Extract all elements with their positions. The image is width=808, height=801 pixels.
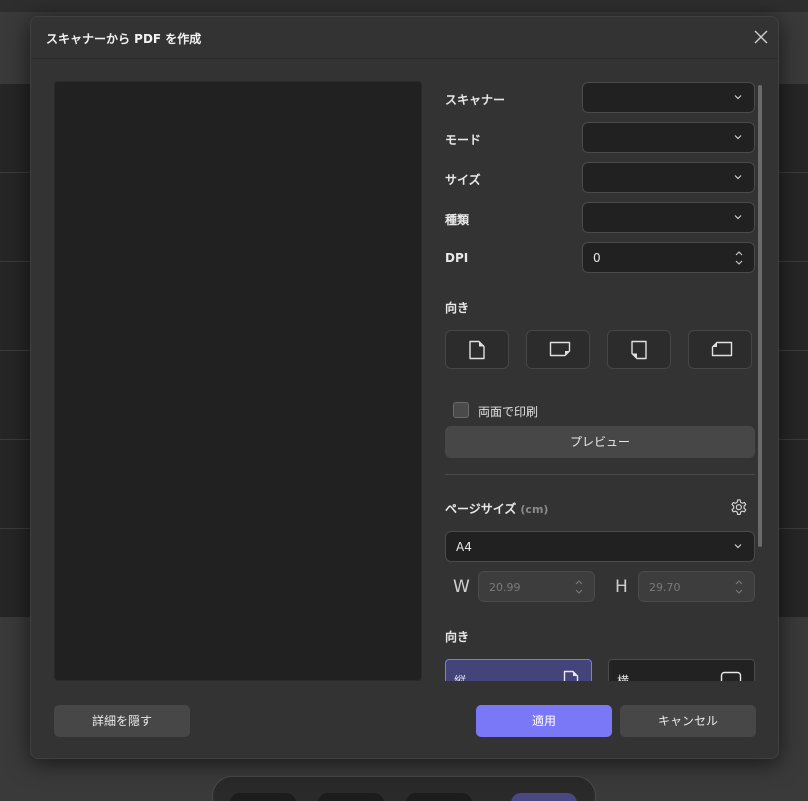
chevron-down-icon <box>734 544 742 549</box>
background-dock-button <box>406 793 472 801</box>
scan-to-pdf-dialog: スキャナーから PDF を作成 スキャナー モード サイズ 種類 DPI 0 向… <box>30 16 779 759</box>
stepper-icon[interactable] <box>734 577 744 597</box>
chevron-down-icon <box>734 175 742 180</box>
title-divider <box>31 58 778 59</box>
dpi-label: DPI <box>445 251 469 265</box>
portrait-label: 縦 <box>454 674 467 681</box>
mode-select[interactable] <box>582 122 755 153</box>
background-titlebar <box>0 0 808 12</box>
page-orientation-label: 向き <box>445 630 470 644</box>
gear-icon[interactable] <box>728 497 748 517</box>
landscape-label: 横 <box>617 674 630 681</box>
orientation-portrait-flipped-button[interactable] <box>607 330 671 369</box>
landscape-icon <box>549 341 571 357</box>
background-dock-button <box>511 793 577 801</box>
background-dock-button <box>318 793 384 801</box>
page-size-select[interactable]: A4 <box>445 531 755 562</box>
size-select[interactable] <box>582 162 755 193</box>
orientation-landscape-flipped-button[interactable] <box>688 330 752 369</box>
stepper-icon[interactable] <box>574 577 584 597</box>
close-icon[interactable] <box>751 27 771 47</box>
width-value: 20.99 <box>489 581 521 594</box>
height-value: 29.70 <box>649 581 681 594</box>
size-label: サイズ <box>445 173 481 187</box>
type-label: 種類 <box>445 213 470 227</box>
mode-label: モード <box>445 133 482 147</box>
settings-panel: スキャナー モード サイズ 種類 DPI 0 向き 両面で印刷 プレビュー ペー… <box>445 77 763 681</box>
dialog-title: スキャナーから PDF を作成 <box>46 32 202 46</box>
section-divider <box>445 474 755 475</box>
page-size-unit: (cm) <box>520 503 549 516</box>
orientation-landscape-button[interactable] <box>526 330 590 369</box>
apply-button[interactable]: 適用 <box>476 705 612 737</box>
background-dock-button <box>230 793 296 801</box>
orientation-portrait-button[interactable] <box>445 330 509 369</box>
chevron-down-icon <box>734 135 742 140</box>
orientation-label: 向き <box>445 301 470 315</box>
hide-details-button[interactable]: 詳細を隠す <box>54 705 190 737</box>
chevron-down-icon <box>734 215 742 220</box>
width-input[interactable]: 20.99 <box>478 571 595 602</box>
portrait-icon <box>563 670 579 681</box>
height-label: H <box>615 577 628 597</box>
scan-preview-area <box>54 81 422 681</box>
page-portrait-option[interactable]: 縦 <box>445 659 592 681</box>
page-size-title: ページサイズ <box>445 502 517 516</box>
landscape-icon <box>720 671 742 681</box>
page-landscape-option[interactable]: 横 <box>608 659 755 681</box>
dpi-value: 0 <box>593 251 601 265</box>
width-label: W <box>453 577 470 597</box>
duplex-checkbox[interactable] <box>453 402 469 418</box>
page-size-value: A4 <box>456 540 472 554</box>
duplex-label[interactable]: 両面で印刷 <box>478 403 538 420</box>
cancel-button[interactable]: キャンセル <box>620 705 756 737</box>
scanner-select[interactable] <box>582 82 755 113</box>
page-size-label: ページサイズ (cm) <box>445 500 548 517</box>
chevron-down-icon <box>734 95 742 100</box>
scanner-label: スキャナー <box>445 93 506 107</box>
type-select[interactable] <box>582 202 755 233</box>
height-input[interactable]: 29.70 <box>638 571 755 602</box>
stepper-icon[interactable] <box>734 248 744 268</box>
portrait-flipped-icon <box>631 340 647 360</box>
portrait-icon <box>469 340 485 360</box>
preview-button[interactable]: プレビュー <box>445 426 755 458</box>
dpi-input[interactable]: 0 <box>582 242 755 273</box>
landscape-flipped-icon <box>711 341 733 357</box>
